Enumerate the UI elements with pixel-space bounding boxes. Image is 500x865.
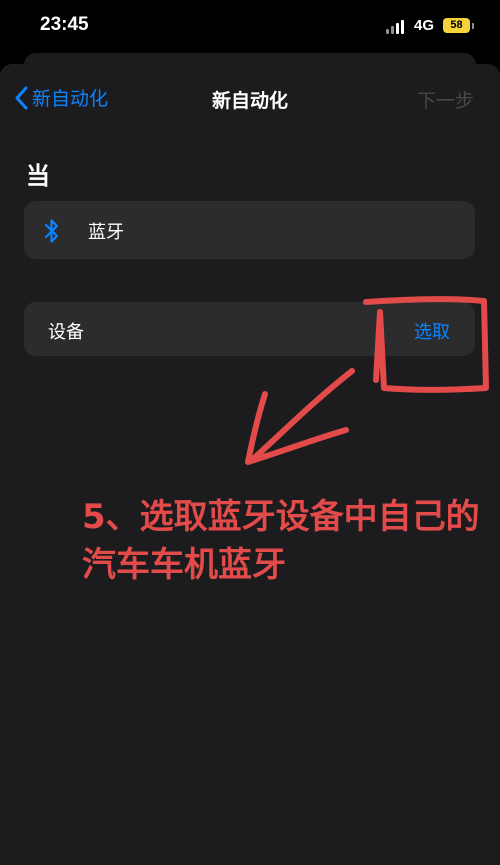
annotation-overlay (245, 296, 489, 465)
annotation-text: 5、选取蓝牙设备中自己的汽车车机蓝牙 (82, 497, 480, 585)
arrow-annotation (245, 368, 355, 465)
highlight-box-annotation (363, 296, 489, 393)
